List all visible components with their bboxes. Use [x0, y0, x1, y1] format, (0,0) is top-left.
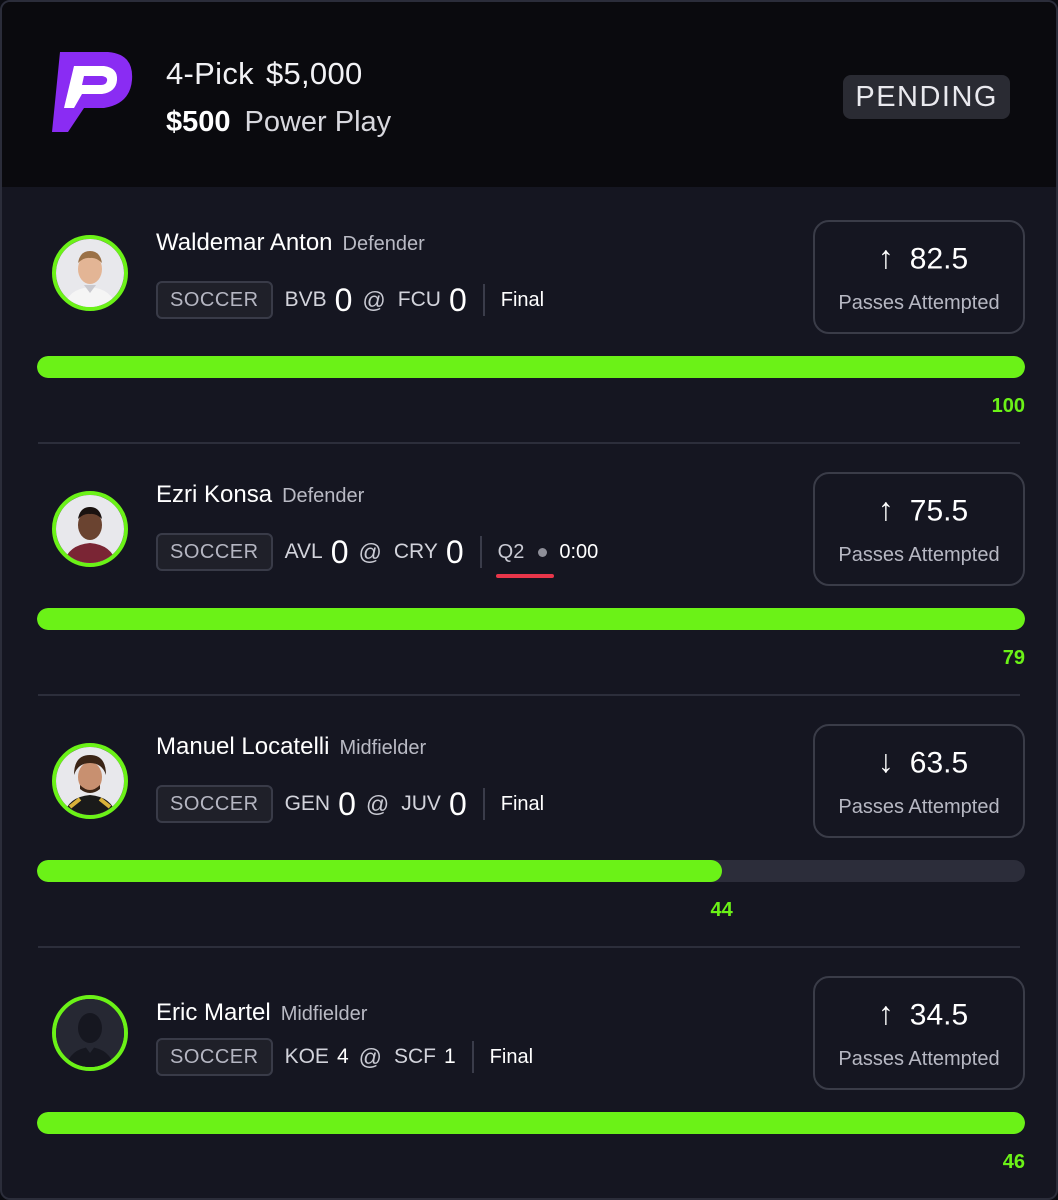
- projection-box[interactable]: ↑ 82.5 Passes Attempted: [813, 220, 1025, 334]
- sport-tag: SOCCER: [156, 1038, 273, 1076]
- home-score: 1: [443, 1045, 456, 1068]
- avatar: [52, 995, 128, 1071]
- at-symbol: @: [358, 538, 382, 565]
- avatar: [52, 743, 128, 819]
- home-score: 0: [445, 533, 464, 570]
- at-symbol: @: [365, 790, 390, 817]
- progress-value: 79: [1002, 647, 1025, 669]
- entry-amount: $500: [166, 106, 231, 138]
- divider: [482, 788, 485, 820]
- projection-box[interactable]: ↑ 75.5 Passes Attempted: [813, 472, 1025, 586]
- line-value: 82.5: [909, 242, 969, 276]
- at-symbol: @: [358, 1043, 382, 1070]
- line-value: 63.5: [909, 746, 969, 780]
- stat-type: Passes Attempted: [838, 1048, 1000, 1070]
- away-score: 0: [330, 533, 349, 570]
- projection-line: ↑ 82.5: [815, 239, 1023, 279]
- divider: [479, 536, 482, 568]
- avatar: [52, 235, 128, 311]
- divider: [471, 1041, 474, 1073]
- entry-card[interactable]: 4-Pick $5,000 $500 Power Play PENDING Wald…: [0, 0, 1058, 1200]
- away-team: BVB: [284, 288, 327, 311]
- player-name: Eric Martel Midfielder: [156, 999, 368, 1026]
- projection-line: ↑ 34.5: [815, 995, 1023, 1035]
- game-info: SOCCER BVB 0 @ FCU 0 Final: [156, 281, 544, 319]
- avatar: [52, 491, 128, 567]
- pick-row[interactable]: Ezri Konsa Defender SOCCER AVL 0 @ CRY 0 …: [2, 439, 1056, 691]
- sport-tag: SOCCER: [156, 533, 273, 571]
- entry-header: 4-Pick $5,000 $500 Power Play PENDING: [2, 2, 1056, 187]
- player-position: Midfielder: [339, 737, 427, 759]
- progress-fill: [37, 860, 722, 882]
- progress-fill: [37, 356, 1025, 378]
- game-info: SOCCER GEN 0 @ JUV 0 Final: [156, 785, 544, 823]
- stat-type: Passes Attempted: [838, 796, 1000, 818]
- progress-bar: [37, 860, 1025, 882]
- stat-type: Passes Attempted: [838, 544, 1000, 566]
- home-team: FCU: [397, 288, 441, 311]
- progress-value: 46: [1002, 1151, 1025, 1173]
- sport-tag: SOCCER: [156, 281, 273, 319]
- home-score: 0: [448, 785, 467, 822]
- payout-amount: $5,000: [265, 56, 363, 91]
- entry-subtitle: $500 Power Play: [166, 106, 391, 139]
- game-info: SOCCER KOE 4 @ SCF 1 Final: [156, 1038, 533, 1076]
- projection-box[interactable]: ↑ 34.5 Passes Attempted: [813, 976, 1025, 1090]
- progress-value: 100: [991, 395, 1025, 417]
- player-name: Waldemar Anton Defender: [156, 229, 425, 256]
- arrow-up-icon: ↑: [877, 491, 894, 527]
- picks-count: 4-Pick: [166, 56, 254, 91]
- play-type: Power Play: [244, 106, 392, 138]
- line-value: 34.5: [909, 998, 969, 1032]
- player-position: Defender: [342, 233, 425, 255]
- player-name: Ezri Konsa Defender: [156, 481, 365, 508]
- projection-box[interactable]: ↓ 63.5 Passes Attempted: [813, 724, 1025, 838]
- stat-type: Passes Attempted: [838, 292, 1000, 314]
- player-position: Defender: [282, 485, 365, 507]
- home-team: JUV: [401, 792, 441, 815]
- game-info: SOCCER AVL 0 @ CRY 0 Q2 0:00: [156, 533, 599, 578]
- progress-bar: [37, 608, 1025, 630]
- prizepicks-logo-icon: [46, 46, 138, 138]
- divider: [482, 284, 485, 316]
- away-team: KOE: [284, 1045, 329, 1068]
- progress-value: 44: [710, 899, 733, 921]
- game-clock: 0:00: [559, 540, 599, 563]
- arrow-down-icon: ↓: [877, 743, 894, 779]
- status-badge: PENDING: [843, 75, 1010, 119]
- separator-dot: [538, 547, 548, 557]
- home-team: SCF: [393, 1045, 436, 1068]
- progress-fill: [37, 1112, 1025, 1134]
- player-position: Midfielder: [280, 1003, 368, 1025]
- home-score: 0: [448, 281, 467, 318]
- projection-line: ↑ 75.5: [815, 491, 1023, 531]
- progress-bar: [37, 1112, 1025, 1134]
- progress-fill: [37, 608, 1025, 630]
- progress-bar: [37, 356, 1025, 378]
- at-symbol: @: [362, 286, 386, 313]
- away-score: 0: [334, 281, 353, 318]
- away-score: 0: [338, 785, 356, 822]
- arrow-up-icon: ↑: [877, 995, 894, 1031]
- away-team: AVL: [284, 540, 323, 563]
- away-score: 4: [336, 1045, 349, 1068]
- game-period: Q2: [495, 540, 554, 578]
- sport-tag: SOCCER: [156, 785, 273, 823]
- pick-row[interactable]: Eric Martel Midfielder SOCCER KOE 4 @ SCF…: [2, 943, 1056, 1195]
- player-name: Manuel Locatelli Midfielder: [156, 733, 427, 760]
- projection-line: ↓ 63.5: [815, 743, 1023, 783]
- away-team: GEN: [284, 792, 331, 815]
- entry-title: 4-Pick $5,000: [166, 56, 375, 92]
- game-status: Final: [500, 792, 545, 815]
- pick-row[interactable]: Waldemar Anton Defender SOCCER BVB 0 @ FC…: [2, 187, 1056, 439]
- game-status: Final: [500, 288, 545, 311]
- game-status: Final: [489, 1045, 534, 1068]
- line-value: 75.5: [909, 494, 969, 528]
- pick-row[interactable]: Manuel Locatelli Midfielder SOCCER GEN 0 …: [2, 691, 1056, 943]
- home-team: CRY: [393, 540, 438, 563]
- arrow-up-icon: ↑: [877, 239, 894, 275]
